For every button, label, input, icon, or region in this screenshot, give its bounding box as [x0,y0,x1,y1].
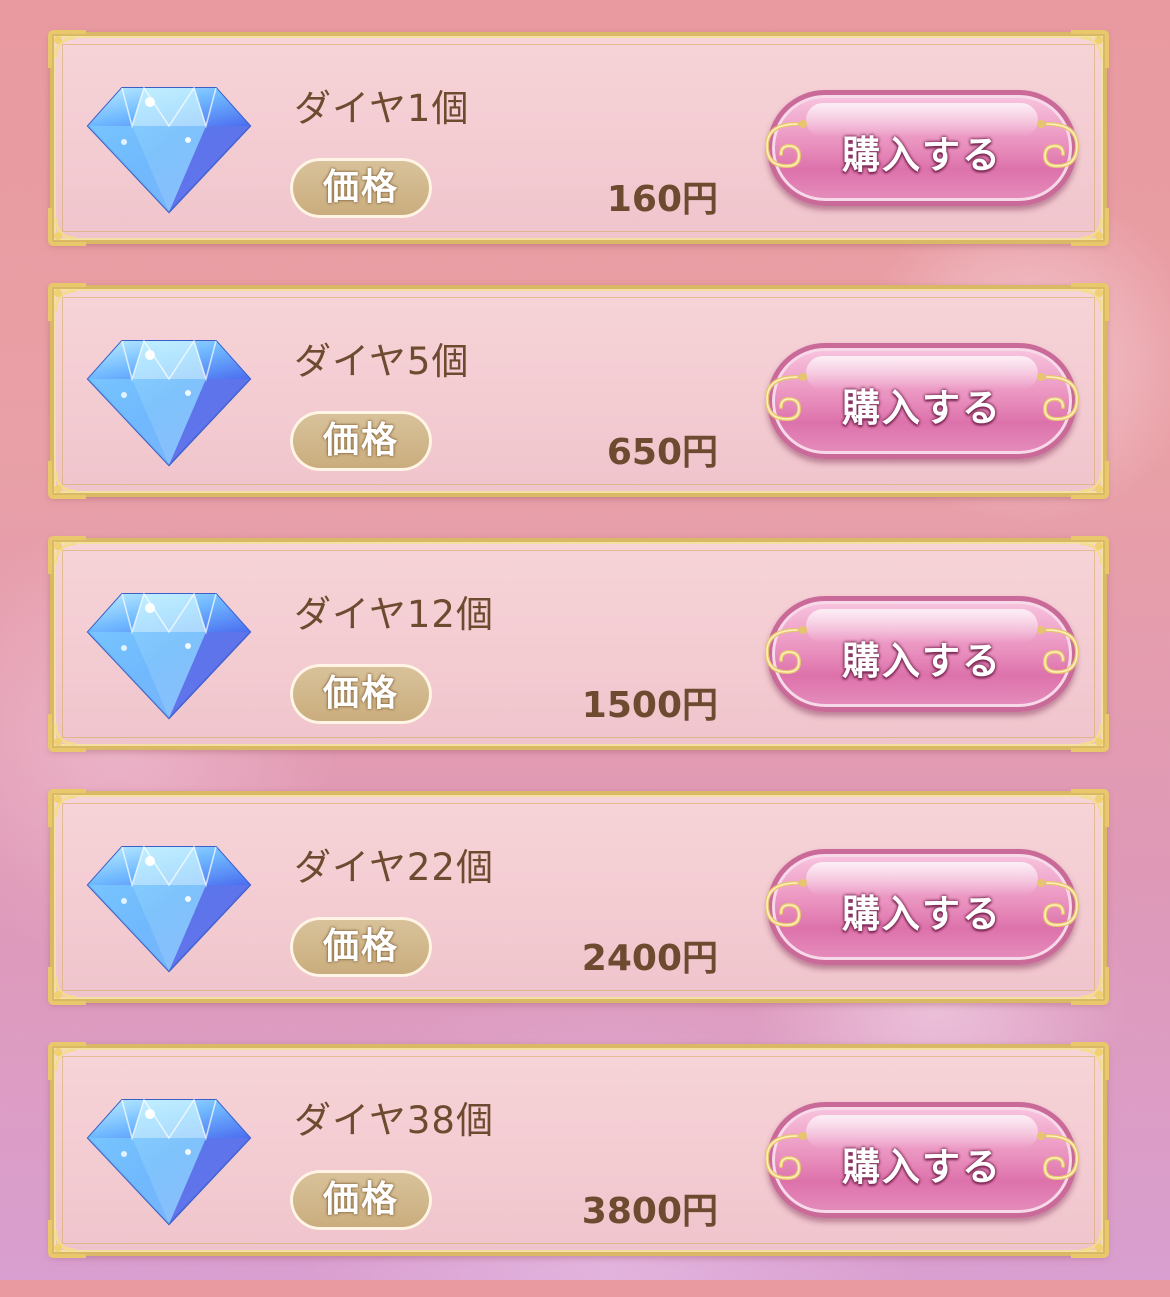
price-badge: 価格 [290,664,432,724]
buy-button-label: 購入する [841,386,1002,430]
frame-corner-ornament [1067,457,1111,501]
frame-corner-ornament [1067,204,1111,248]
item-title: ダイヤ12個 [294,593,494,636]
frame-corner-ornament [46,534,90,578]
diamond-icon [84,841,254,975]
buy-button[interactable]: 購入する [757,592,1087,716]
buy-button-label: 購入する [841,892,1002,936]
price-badge: 価格 [290,917,432,977]
frame-corner-ornament [46,787,90,831]
buy-button-label: 購入する [841,1145,1002,1189]
item-price: 650円 [606,432,718,473]
item-title: ダイヤ22個 [294,846,494,889]
item-title: ダイヤ38個 [294,1099,494,1142]
item-price: 160円 [606,179,718,220]
price-badge: 価格 [290,1170,432,1230]
buy-button[interactable]: 購入する [757,86,1087,210]
shop-item: ダイヤ22個 価格 2400円 購入する [48,789,1109,1005]
frame-corner-ornament [1067,963,1111,1007]
buy-button[interactable]: 購入する [757,845,1087,969]
buy-button-label: 購入する [841,133,1002,177]
frame-corner-ornament [1067,28,1111,72]
shop-item: ダイヤ12個 価格 1500円 購入する [48,536,1109,752]
frame-corner-ornament [46,281,90,325]
shop-item: ダイヤ5個 価格 650円 購入する [48,283,1109,499]
frame-corner-ornament [1067,710,1111,754]
buy-button-label: 購入する [841,639,1002,683]
frame-corner-ornament [1067,281,1111,325]
diamond-icon [84,588,254,722]
buy-button[interactable]: 購入する [757,339,1087,463]
item-title: ダイヤ5個 [294,340,470,383]
item-title: ダイヤ1個 [294,87,470,130]
price-badge: 価格 [290,158,432,218]
frame-corner-ornament [1067,787,1111,831]
item-price: 3800円 [581,1191,718,1232]
frame-corner-ornament [46,1040,90,1084]
item-price: 1500円 [581,685,718,726]
price-badge: 価格 [290,411,432,471]
buy-button[interactable]: 購入する [757,1098,1087,1222]
diamond-icon [84,1094,254,1228]
shop-item: ダイヤ38個 価格 3800円 購入する [48,1042,1109,1258]
diamond-icon [84,335,254,469]
frame-corner-ornament [1067,534,1111,578]
diamond-icon [84,82,254,216]
frame-corner-ornament [1067,1216,1111,1260]
diamond-shop-list: ダイヤ1個 価格 160円 購入する ダイヤ5個 価格 650円 購入する ダイ… [48,30,1109,1297]
item-price: 2400円 [581,938,718,979]
frame-corner-ornament [1067,1040,1111,1084]
frame-corner-ornament [46,28,90,72]
shop-item: ダイヤ1個 価格 160円 購入する [48,30,1109,246]
